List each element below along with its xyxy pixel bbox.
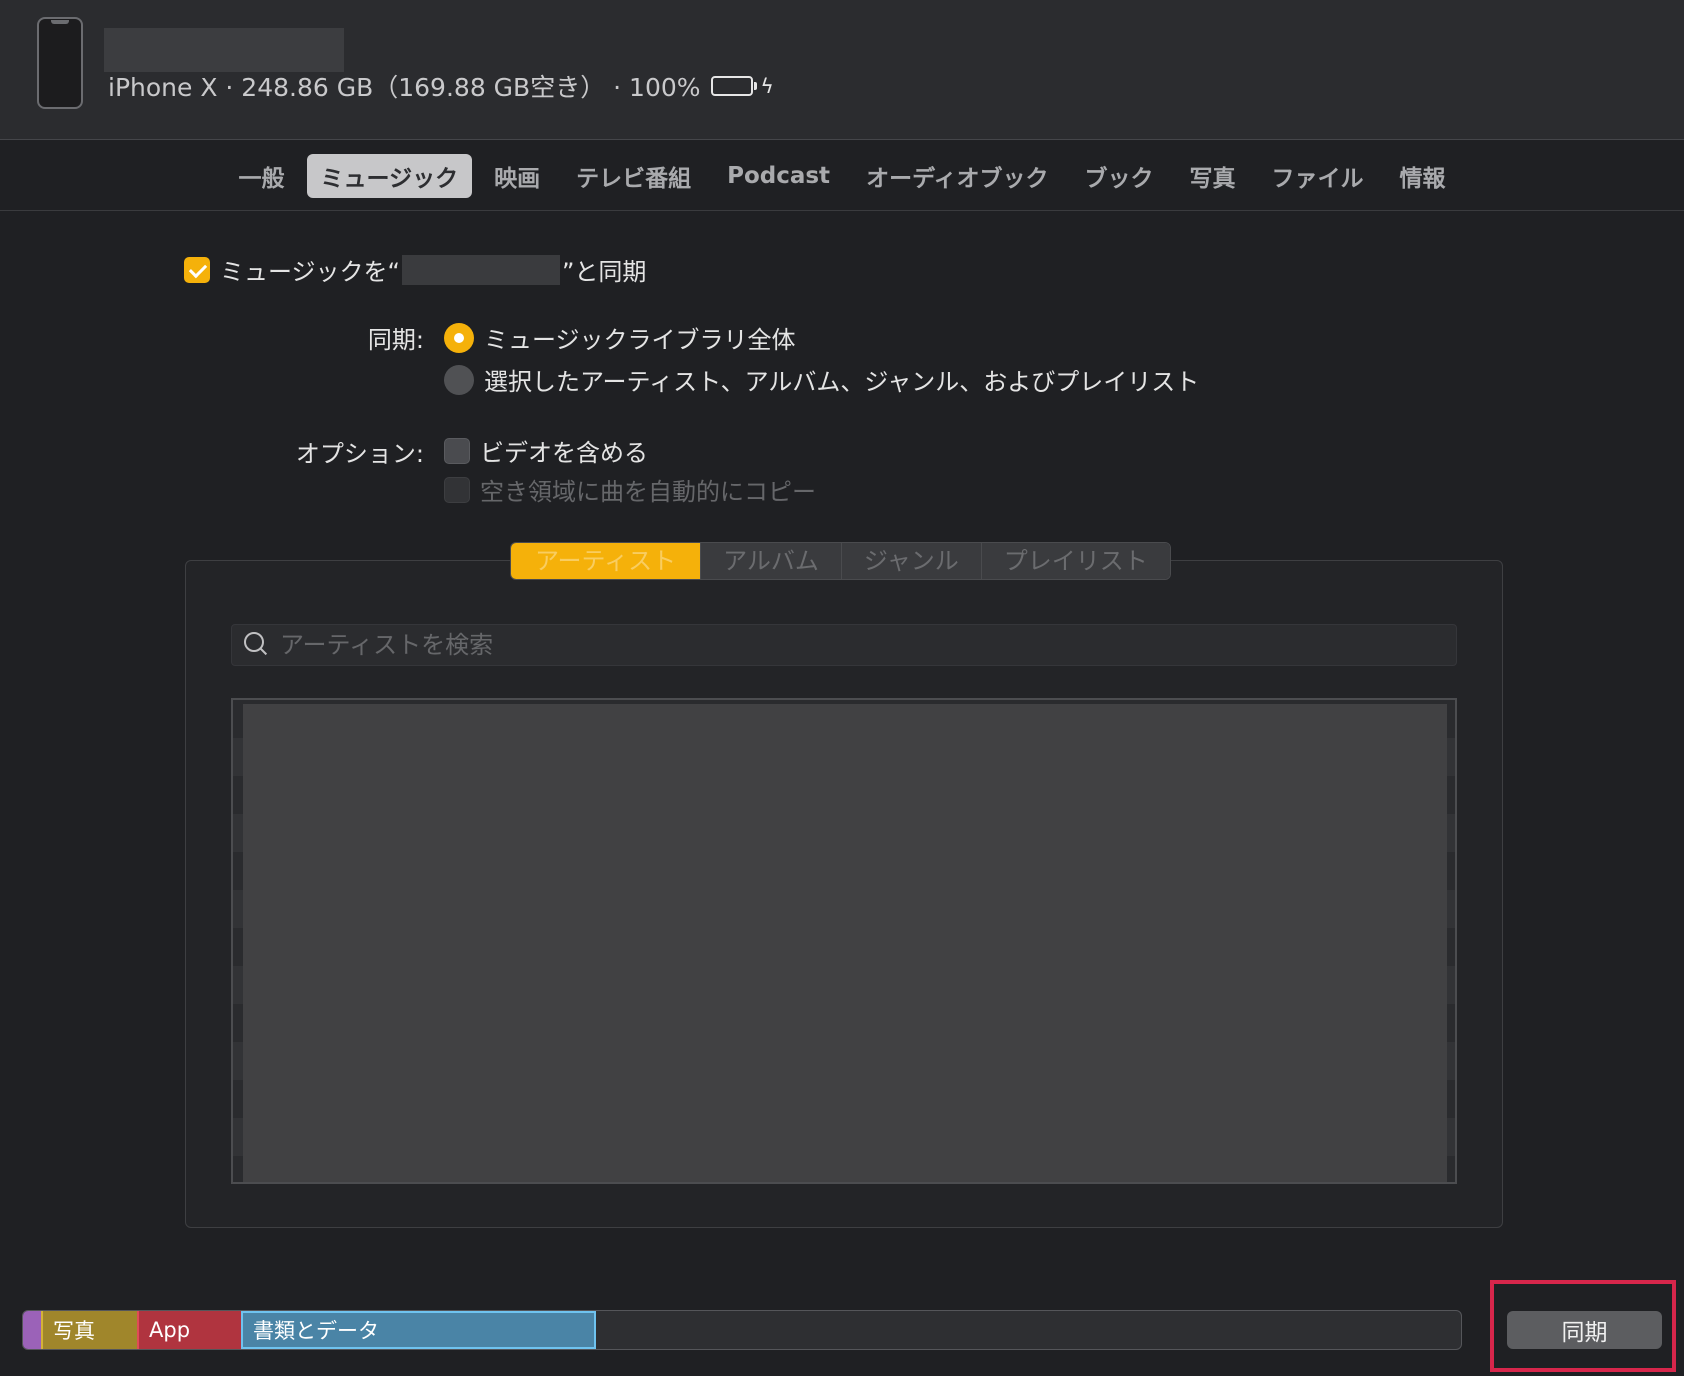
storage-segment-other: [23, 1311, 41, 1349]
artist-search-input[interactable]: [280, 631, 1380, 659]
segment-playlists[interactable]: プレイリスト: [980, 543, 1170, 579]
device-name-redacted: [104, 28, 344, 72]
artist-list[interactable]: [231, 698, 1457, 1184]
options-label: オプション:: [295, 440, 424, 468]
selected-items-radio[interactable]: [444, 364, 474, 395]
sync-button[interactable]: 同期: [1507, 1311, 1662, 1349]
selected-items-option[interactable]: 選択したアーティスト、アルバム、ジャンル、およびプレイリスト: [444, 362, 1199, 397]
entire-library-option[interactable]: ミュージックライブラリ全体: [444, 320, 796, 355]
storage-segment-photos: 写真: [41, 1311, 137, 1349]
entire-library-label: ミュージックライブラリ全体: [484, 326, 796, 354]
autofill-checkbox: [444, 476, 470, 503]
sync-music-label-prefix: ミュージックを“: [220, 258, 400, 286]
charging-bolt-icon: ϟ: [760, 74, 774, 98]
storage-segment-documents: 書類とデータ: [241, 1311, 596, 1349]
tab-movies[interactable]: 映画: [480, 154, 554, 198]
search-icon: [244, 632, 270, 658]
sync-music-label-suffix: ”と同期: [561, 258, 647, 286]
tab-photos[interactable]: 写真: [1175, 154, 1249, 198]
category-segmented-control: アーティスト アルバム ジャンル プレイリスト: [510, 542, 1171, 580]
sync-music-row: ミュージックを“ ”と同期: [184, 252, 646, 287]
battery-icon: [710, 76, 757, 96]
include-video-checkbox[interactable]: [444, 437, 470, 464]
segment-genres[interactable]: ジャンル: [840, 543, 981, 579]
segment-albums[interactable]: アルバム: [700, 543, 841, 579]
storage-usage-bar: 写真 App 書類とデータ: [22, 1310, 1462, 1350]
include-video-label: ビデオを含める: [480, 439, 648, 467]
tab-music[interactable]: ミュージック: [306, 153, 473, 198]
device-name-redacted-inline: [401, 254, 560, 285]
iphone-icon: [37, 17, 83, 109]
selected-items-label: 選択したアーティスト、アルバム、ジャンル、およびプレイリスト: [484, 368, 1200, 396]
storage-segment-app: App: [137, 1311, 241, 1349]
tab-books[interactable]: ブック: [1070, 154, 1167, 198]
tab-files[interactable]: ファイル: [1257, 154, 1377, 198]
artist-search-field[interactable]: [231, 624, 1457, 666]
autofill-label: 空き領域に曲を自動的にコピー: [480, 478, 816, 506]
category-tabbar: 一般 ミュージック 映画 テレビ番組 Podcast オーディオブック ブック …: [0, 141, 1684, 211]
autofill-option: 空き領域に曲を自動的にコピー: [444, 472, 816, 507]
segment-artists[interactable]: アーティスト: [511, 543, 701, 579]
entire-library-radio[interactable]: [444, 322, 474, 353]
tab-general[interactable]: 一般: [225, 154, 299, 198]
artist-list-redacted: [243, 704, 1447, 1182]
device-info: iPhone X · 248.86 GB（169.88 GB空き） · 100%…: [108, 68, 774, 104]
sync-music-checkbox[interactable]: [184, 256, 210, 283]
tab-podcast[interactable]: Podcast: [713, 158, 844, 194]
include-video-option[interactable]: ビデオを含める: [444, 433, 648, 468]
sync-label: 同期:: [367, 326, 424, 354]
device-header: iPhone X · 248.86 GB（169.88 GB空き） · 100%…: [0, 0, 1684, 140]
tab-info[interactable]: 情報: [1385, 154, 1459, 198]
tab-audiobooks[interactable]: オーディオブック: [852, 154, 1062, 198]
tab-tv-shows[interactable]: テレビ番組: [562, 154, 705, 198]
device-info-text: iPhone X · 248.86 GB（169.88 GB空き） · 100%: [108, 73, 701, 102]
